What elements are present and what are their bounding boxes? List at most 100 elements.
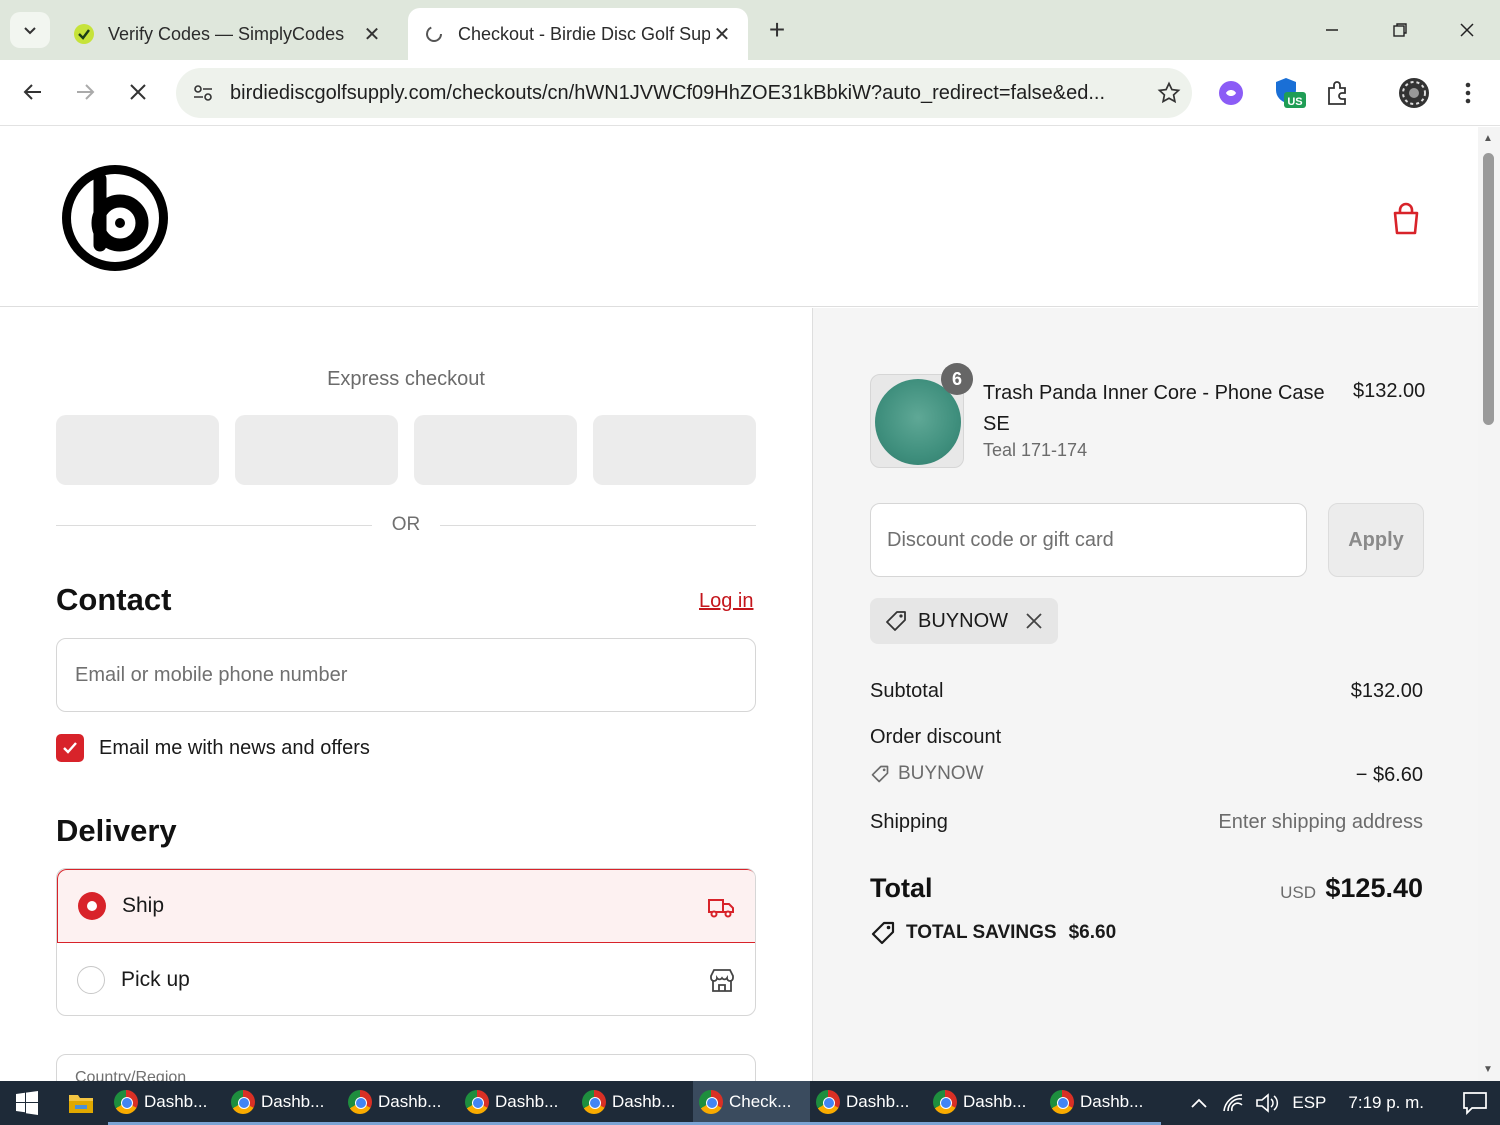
page-scrollbar[interactable]: ▲ ▼	[1478, 127, 1500, 1081]
forward-button[interactable]	[67, 74, 103, 110]
express-pay-button[interactable]	[414, 415, 577, 485]
taskbar-app-button[interactable]: Dashb...	[108, 1081, 225, 1125]
volume-icon[interactable]	[1250, 1081, 1284, 1125]
profile-avatar[interactable]	[1397, 76, 1431, 110]
product-variant: Teal 171-174	[983, 440, 1088, 460]
tab-close-icon[interactable]: ✕	[710, 22, 734, 47]
arrow-right-icon	[77, 84, 95, 100]
url-text[interactable]: birdiediscgolfsupply.com/checkouts/cn/hW…	[230, 82, 1146, 105]
express-pay-button[interactable]	[56, 415, 219, 485]
taskbar-app-button[interactable]: Dashb...	[576, 1081, 693, 1125]
back-button[interactable]	[15, 74, 51, 110]
taskbar-app-button[interactable]: Dashb...	[810, 1081, 927, 1125]
shopping-bag-icon[interactable]	[1386, 199, 1426, 239]
shipping-value: Enter shipping address	[1218, 811, 1423, 833]
newsletter-checkbox[interactable]	[56, 734, 84, 762]
chrome-icon	[582, 1089, 606, 1114]
taskbar-app-label: Dashb...	[495, 1091, 559, 1111]
bookmark-star-icon[interactable]	[1146, 73, 1192, 113]
tab-strip: Verify Codes — SimplyCodes ✕ Checkout - …	[0, 0, 1500, 60]
taskbar-app-label: Dashb...	[261, 1091, 325, 1111]
express-pay-button[interactable]	[593, 415, 756, 485]
newsletter-option[interactable]: Email me with news and offers	[56, 734, 370, 762]
newsletter-label: Email me with news and offers	[99, 736, 370, 759]
chrome-icon	[1050, 1089, 1074, 1114]
stop-loading-button[interactable]	[120, 74, 156, 110]
delivery-option-ship[interactable]: Ship	[57, 869, 755, 943]
scroll-up-icon[interactable]: ▲	[1483, 133, 1493, 144]
pickup-label: Pick up	[121, 968, 190, 991]
file-explorer-button[interactable]	[54, 1081, 108, 1125]
tag-icon	[886, 611, 906, 631]
applied-discount-chip: BUYNOW	[870, 598, 1058, 644]
taskbar-app-label: Dashb...	[846, 1091, 910, 1111]
arrow-left-icon	[23, 84, 41, 100]
close-window-button[interactable]	[1447, 12, 1487, 48]
address-bar[interactable]: birdiediscgolfsupply.com/checkouts/cn/hW…	[176, 68, 1192, 118]
store-icon	[707, 965, 737, 995]
scroll-down-icon[interactable]: ▼	[1483, 1064, 1493, 1075]
chrome-icon	[816, 1089, 840, 1114]
tab-search-button[interactable]	[10, 12, 50, 48]
chevron-up-icon[interactable]	[1182, 1081, 1216, 1125]
clock[interactable]: 7:19 p. m.	[1348, 1093, 1424, 1113]
extension-vpn-icon[interactable]: US	[1270, 76, 1310, 110]
browser-menu-icon[interactable]	[1451, 76, 1485, 110]
truck-icon	[706, 892, 736, 922]
taskbar-app-button[interactable]: Dashb...	[459, 1081, 576, 1125]
loading-favicon-icon	[422, 22, 446, 46]
login-link[interactable]: Log in	[699, 590, 754, 613]
subtotal-value: $132.00	[1350, 680, 1423, 702]
taskbar-app-button[interactable]: Dashb...	[225, 1081, 342, 1125]
restore-icon	[1393, 23, 1407, 37]
pickup-radio[interactable]	[77, 966, 105, 994]
windows-logo-icon	[16, 1091, 38, 1115]
product-price: $132.00	[1353, 380, 1426, 402]
windows-taskbar: Dashb... Dashb... Dashb... Dashb... Dashb...…	[0, 1081, 1500, 1125]
site-settings-icon[interactable]	[190, 80, 216, 106]
chrome-icon	[933, 1089, 957, 1114]
savings-label: TOTAL SAVINGS	[906, 922, 1057, 943]
express-pay-button[interactable]	[235, 415, 398, 485]
new-tab-button[interactable]: +	[760, 14, 794, 46]
close-icon	[1460, 23, 1474, 37]
discount-code-label: BUYNOW	[898, 763, 984, 784]
remove-discount-icon[interactable]	[1024, 611, 1044, 631]
divider	[56, 525, 372, 526]
taskbar-app-label: Dashb...	[144, 1091, 208, 1111]
notifications-button[interactable]	[1450, 1081, 1500, 1125]
birdie-logo[interactable]	[58, 161, 172, 275]
delivery-method-group: Ship Pick up	[56, 868, 756, 1016]
chat-bubble-icon	[1463, 1092, 1487, 1115]
minimize-icon	[1326, 29, 1338, 31]
divider	[440, 525, 756, 526]
discount-code-input[interactable]: Discount code or gift card	[870, 503, 1307, 577]
apply-discount-button[interactable]: Apply	[1328, 503, 1424, 577]
ship-radio[interactable]	[78, 892, 106, 920]
order-discount-label: Order discount	[870, 726, 1002, 748]
tab-close-icon[interactable]: ✕	[360, 22, 384, 47]
extension-purple-icon[interactable]	[1214, 76, 1248, 110]
delivery-option-pickup[interactable]: Pick up	[57, 943, 755, 1015]
total-label: Total	[870, 873, 933, 903]
wifi-icon[interactable]	[1216, 1081, 1250, 1125]
scrollbar-thumb[interactable]	[1483, 153, 1494, 425]
minimize-button[interactable]	[1312, 12, 1352, 48]
country-region-select[interactable]: Country/Region	[56, 1054, 756, 1081]
tab-checkout[interactable]: Checkout - Birdie Disc Golf Sup ✕	[408, 8, 748, 60]
restore-button[interactable]	[1380, 12, 1420, 48]
tab-title: Checkout - Birdie Disc Golf Sup	[458, 23, 710, 44]
express-checkout-title: Express checkout	[327, 368, 485, 390]
checkout-header	[0, 127, 1478, 307]
shipping-label: Shipping	[870, 811, 948, 833]
start-button[interactable]	[0, 1081, 54, 1125]
taskbar-app-button[interactable]: Dashb...	[342, 1081, 459, 1125]
product-name: Trash Panda Inner Core - Phone Case SE	[983, 382, 1325, 435]
email-field[interactable]: Email or mobile phone number	[56, 638, 756, 712]
taskbar-app-button[interactable]: Check...	[693, 1081, 810, 1125]
extensions-puzzle-icon[interactable]	[1320, 76, 1354, 110]
language-indicator[interactable]: ESP	[1292, 1093, 1326, 1113]
taskbar-app-button[interactable]: Dashb...	[1044, 1081, 1161, 1125]
tab-simplycodes[interactable]: Verify Codes — SimplyCodes ✕	[58, 8, 398, 60]
taskbar-app-button[interactable]: Dashb...	[927, 1081, 1044, 1125]
